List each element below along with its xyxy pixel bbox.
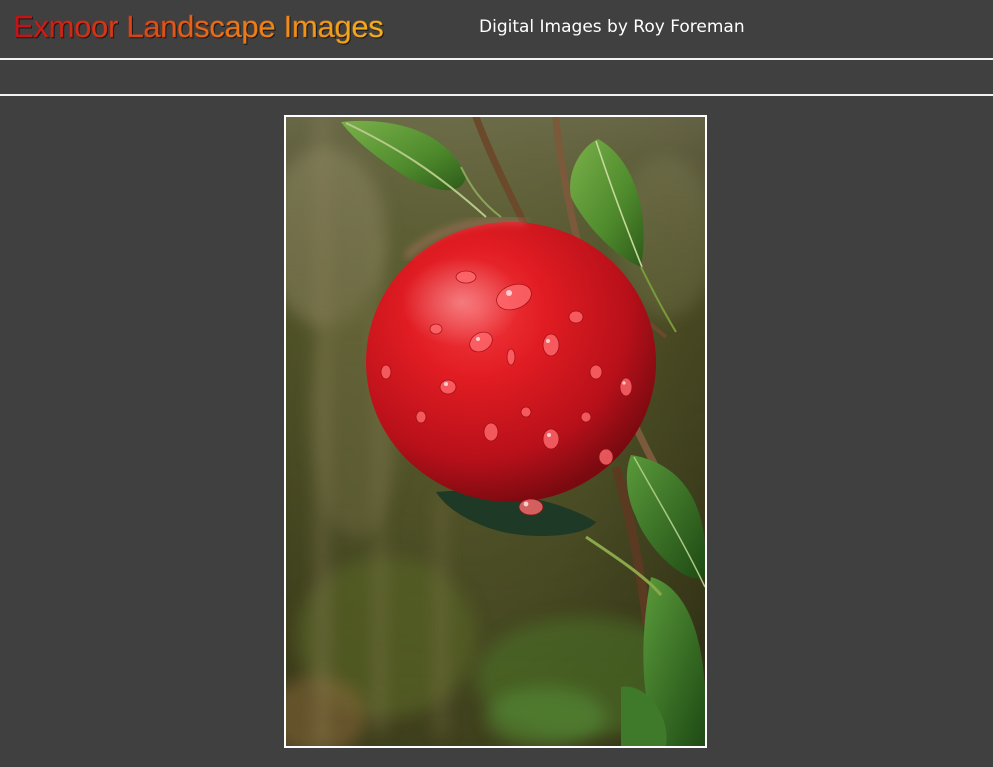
nav-bar	[0, 60, 993, 94]
site-subtitle: Digital Images by Roy Foreman	[479, 17, 745, 37]
header-divider-bottom	[0, 94, 993, 96]
page: Exmoor Landscape Images Digital Images b…	[0, 0, 993, 767]
site-header: Exmoor Landscape Images Digital Images b…	[0, 0, 993, 58]
main-photo[interactable]	[284, 115, 707, 748]
site-title[interactable]: Exmoor Landscape Images	[13, 9, 384, 45]
apple-photo-icon	[286, 117, 705, 746]
